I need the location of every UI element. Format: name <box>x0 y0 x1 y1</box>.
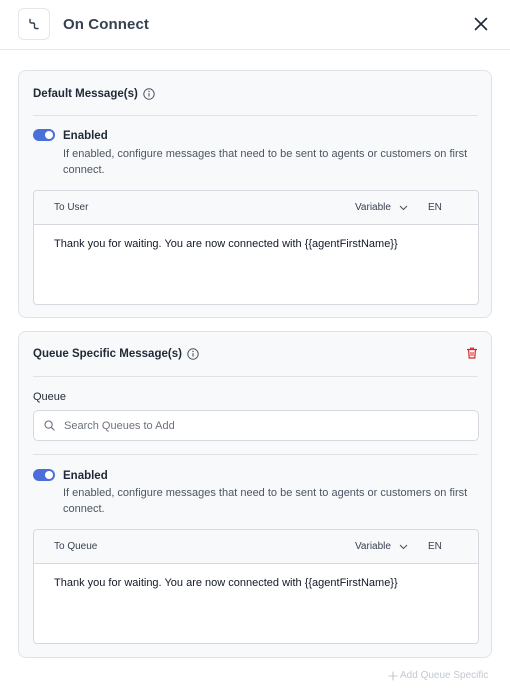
close-button[interactable] <box>470 13 492 35</box>
message-editor: To User Variable EN Thank you for waitin… <box>33 190 479 305</box>
queue-message-title-text: Queue Specific Message(s) <box>33 348 182 360</box>
message-editor-header: To User Variable EN <box>34 191 478 225</box>
enabled-toggle[interactable] <box>33 469 55 481</box>
search-icon <box>44 420 55 431</box>
queue-message-card: Queue Specific Message(s) Queue Enabled … <box>18 331 492 658</box>
add-queue-specific-label: Add Queue Specific <box>400 670 489 681</box>
plus-icon <box>388 670 398 681</box>
info-icon[interactable] <box>187 348 199 360</box>
recipient-label: To User <box>54 202 89 213</box>
variable-dropdown[interactable]: Variable <box>355 202 408 213</box>
message-text[interactable]: Thank you for waiting. You are now conne… <box>34 564 478 602</box>
enabled-description: If enabled, configure messages that need… <box>63 487 468 515</box>
enabled-toggle[interactable] <box>33 129 55 141</box>
queue-message-title: Queue Specific Message(s) <box>33 348 199 360</box>
enabled-description: If enabled, configure messages that need… <box>63 148 468 176</box>
panel-header: On Connect <box>0 0 510 50</box>
language-selector[interactable]: EN <box>428 202 442 213</box>
chevron-down-icon <box>399 205 408 210</box>
panel-title: On Connect <box>63 16 149 33</box>
divider <box>33 376 478 377</box>
message-editor: To Queue Variable EN Thank you for waiti… <box>33 529 479 644</box>
default-message-title: Default Message(s) <box>33 88 155 100</box>
divider <box>33 115 478 116</box>
divider <box>33 454 478 455</box>
close-icon <box>474 17 488 31</box>
variable-dropdown-label: Variable <box>355 202 391 213</box>
enabled-label: Enabled <box>63 470 108 482</box>
enabled-label: Enabled <box>63 130 108 142</box>
message-editor-header: To Queue Variable EN <box>34 530 478 564</box>
toggle-knob <box>45 131 53 139</box>
default-message-card: Default Message(s) Enabled If enabled, c… <box>18 70 492 318</box>
toggle-knob <box>45 471 53 479</box>
chevron-down-icon <box>399 544 408 549</box>
add-queue-specific-button[interactable]: Add Queue Specific <box>388 670 488 681</box>
variable-dropdown[interactable]: Variable <box>355 541 408 552</box>
info-icon[interactable] <box>143 88 155 100</box>
message-text[interactable]: Thank you for waiting. You are now conne… <box>34 225 478 263</box>
queue-label: Queue <box>33 391 67 403</box>
recipient-label: To Queue <box>54 541 98 552</box>
default-message-title-text: Default Message(s) <box>33 88 138 100</box>
queue-search-input[interactable] <box>64 419 444 432</box>
queue-search-box[interactable] <box>33 410 479 441</box>
trash-icon[interactable] <box>465 346 479 360</box>
variable-dropdown-label: Variable <box>355 541 391 552</box>
flow-step-icon <box>18 8 50 40</box>
language-selector[interactable]: EN <box>428 541 442 552</box>
